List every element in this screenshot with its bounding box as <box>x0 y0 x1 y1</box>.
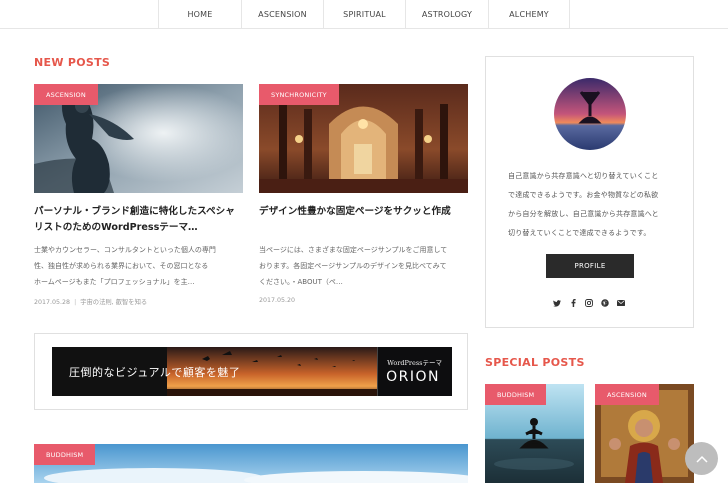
special-post-thumbnail-meditation[interactable]: BUDDHISM <box>485 384 584 483</box>
post-excerpt-line1: 当ページには、さまざまな固定ページサンプルをご用意して <box>259 246 448 254</box>
category-badge[interactable]: ASCENSION <box>595 384 659 405</box>
banner-headline: 圧倒的なビジュアルで顧客を魅了 <box>69 366 241 379</box>
nav-item-ascension[interactable]: ASCENSION <box>241 0 323 29</box>
post-meta: 2017.05.20 <box>259 297 295 304</box>
post-title[interactable]: パーソナル・ブランド創造に特化したスペシャ リストのためのWordPressテー… <box>34 204 246 236</box>
post-excerpt: 士業やカウンセラー、コンサルタントといった個人の専門 性、独自性が求められる業界… <box>34 242 246 290</box>
banner-subtitle: WordPressテーマ <box>387 359 442 367</box>
nav-item-home[interactable]: HOME <box>158 0 241 29</box>
special-posts-heading: SPECIAL POSTS <box>485 356 585 369</box>
category-badge[interactable]: BUDDHISM <box>34 444 96 465</box>
post-excerpt-line3: ください。・ABOUT（ペ… <box>259 278 343 286</box>
meditation-silhouette-image <box>554 78 626 150</box>
sky-image <box>34 444 468 483</box>
post-date: 2017.05.28 <box>34 299 71 306</box>
top-navigation: HOME ASCENSION SPIRITUAL ASTROLOGY ALCHE… <box>0 0 728 29</box>
profile-widget: 自己意識から共存意識へと切り替えていくこと で達成できるようです。お金や物質など… <box>485 56 694 328</box>
chevron-up-icon <box>695 455 708 463</box>
banner-brand-logo: ORION <box>386 369 440 385</box>
profile-description: 自己意識から共存意識へと切り替えていくこと で達成できるようです。お金や物質など… <box>508 167 674 243</box>
category-badge[interactable]: BUDDHISM <box>485 384 547 405</box>
post-thumbnail-sky[interactable]: BUDDHISM <box>34 444 468 483</box>
post-excerpt: 当ページには、さまざまな固定ページサンプルをご用意して おります。各固定ページサ… <box>259 242 471 290</box>
profile-text-line3: から自分を解放し、自己意識から共存意識へと <box>508 210 659 218</box>
profile-text-line1: 自己意識から共存意識へと切り替えていくこと <box>508 172 659 180</box>
post-excerpt-line3: ホームページもまた「プロフェッショナル」を主… <box>34 278 195 286</box>
profile-text-line2: で達成できるようです。お金や物質などの私欲 <box>508 191 659 199</box>
nav-item-spiritual[interactable]: SPIRITUAL <box>323 0 405 29</box>
twitter-icon[interactable] <box>552 298 562 308</box>
post-meta: 2017.05.28 | 宇宙の法則, 叡智を知る <box>34 297 147 306</box>
post-title-line2: リストのためのWordPressテーマ… <box>34 222 198 233</box>
post-thumbnail-angel[interactable]: ASCENSION <box>34 84 243 193</box>
post-excerpt-line2: おります。各固定ページサンプルのデザインを見比べてみて <box>259 262 447 270</box>
scroll-to-top-button[interactable] <box>685 442 718 475</box>
post-date: 2017.05.20 <box>259 297 296 304</box>
mail-icon[interactable] <box>616 298 626 308</box>
ad-banner-container: 圧倒的なビジュアルで顧客を魅了 WordPressテーマ ORION <box>34 333 468 410</box>
post-title[interactable]: デザイン性豊かな固定ページをサクッと作成 <box>259 204 471 220</box>
special-post-thumbnail-icon[interactable]: ASCENSION <box>595 384 694 483</box>
nav-item-astrology[interactable]: ASTROLOGY <box>405 0 488 29</box>
profile-button[interactable]: PROFILE <box>546 254 634 278</box>
post-thumbnail-cathedral[interactable]: SYNCHRONICITY <box>259 84 468 193</box>
profile-text-line4: 切り替えていくことで達成できるようです。 <box>508 229 651 237</box>
new-posts-heading: NEW POSTS <box>34 56 111 69</box>
banner-divider <box>377 347 378 396</box>
pinterest-icon[interactable] <box>600 298 610 308</box>
post-tags[interactable]: 宇宙の法則, 叡智を知る <box>80 299 147 306</box>
category-badge[interactable]: SYNCHRONICITY <box>259 84 339 105</box>
orion-banner[interactable]: 圧倒的なビジュアルで顧客を魅了 WordPressテーマ ORION <box>52 347 452 396</box>
category-badge[interactable]: ASCENSION <box>34 84 98 105</box>
meta-separator: | <box>74 299 77 306</box>
post-title-line1: デザイン性豊かな固定ページをサクッと作成 <box>259 206 451 217</box>
post-excerpt-line1: 士業やカウンセラー、コンサルタントといった個人の専門 <box>34 246 216 254</box>
nav-item-alchemy[interactable]: ALCHEMY <box>488 0 570 29</box>
instagram-icon[interactable] <box>584 298 594 308</box>
post-excerpt-line2: 性、独自性が求められる業界において、その窓口となる <box>34 262 209 270</box>
post-title-line1: パーソナル・ブランド創造に特化したスペシャ <box>34 206 235 217</box>
profile-avatar <box>554 78 626 150</box>
facebook-icon[interactable] <box>568 298 578 308</box>
